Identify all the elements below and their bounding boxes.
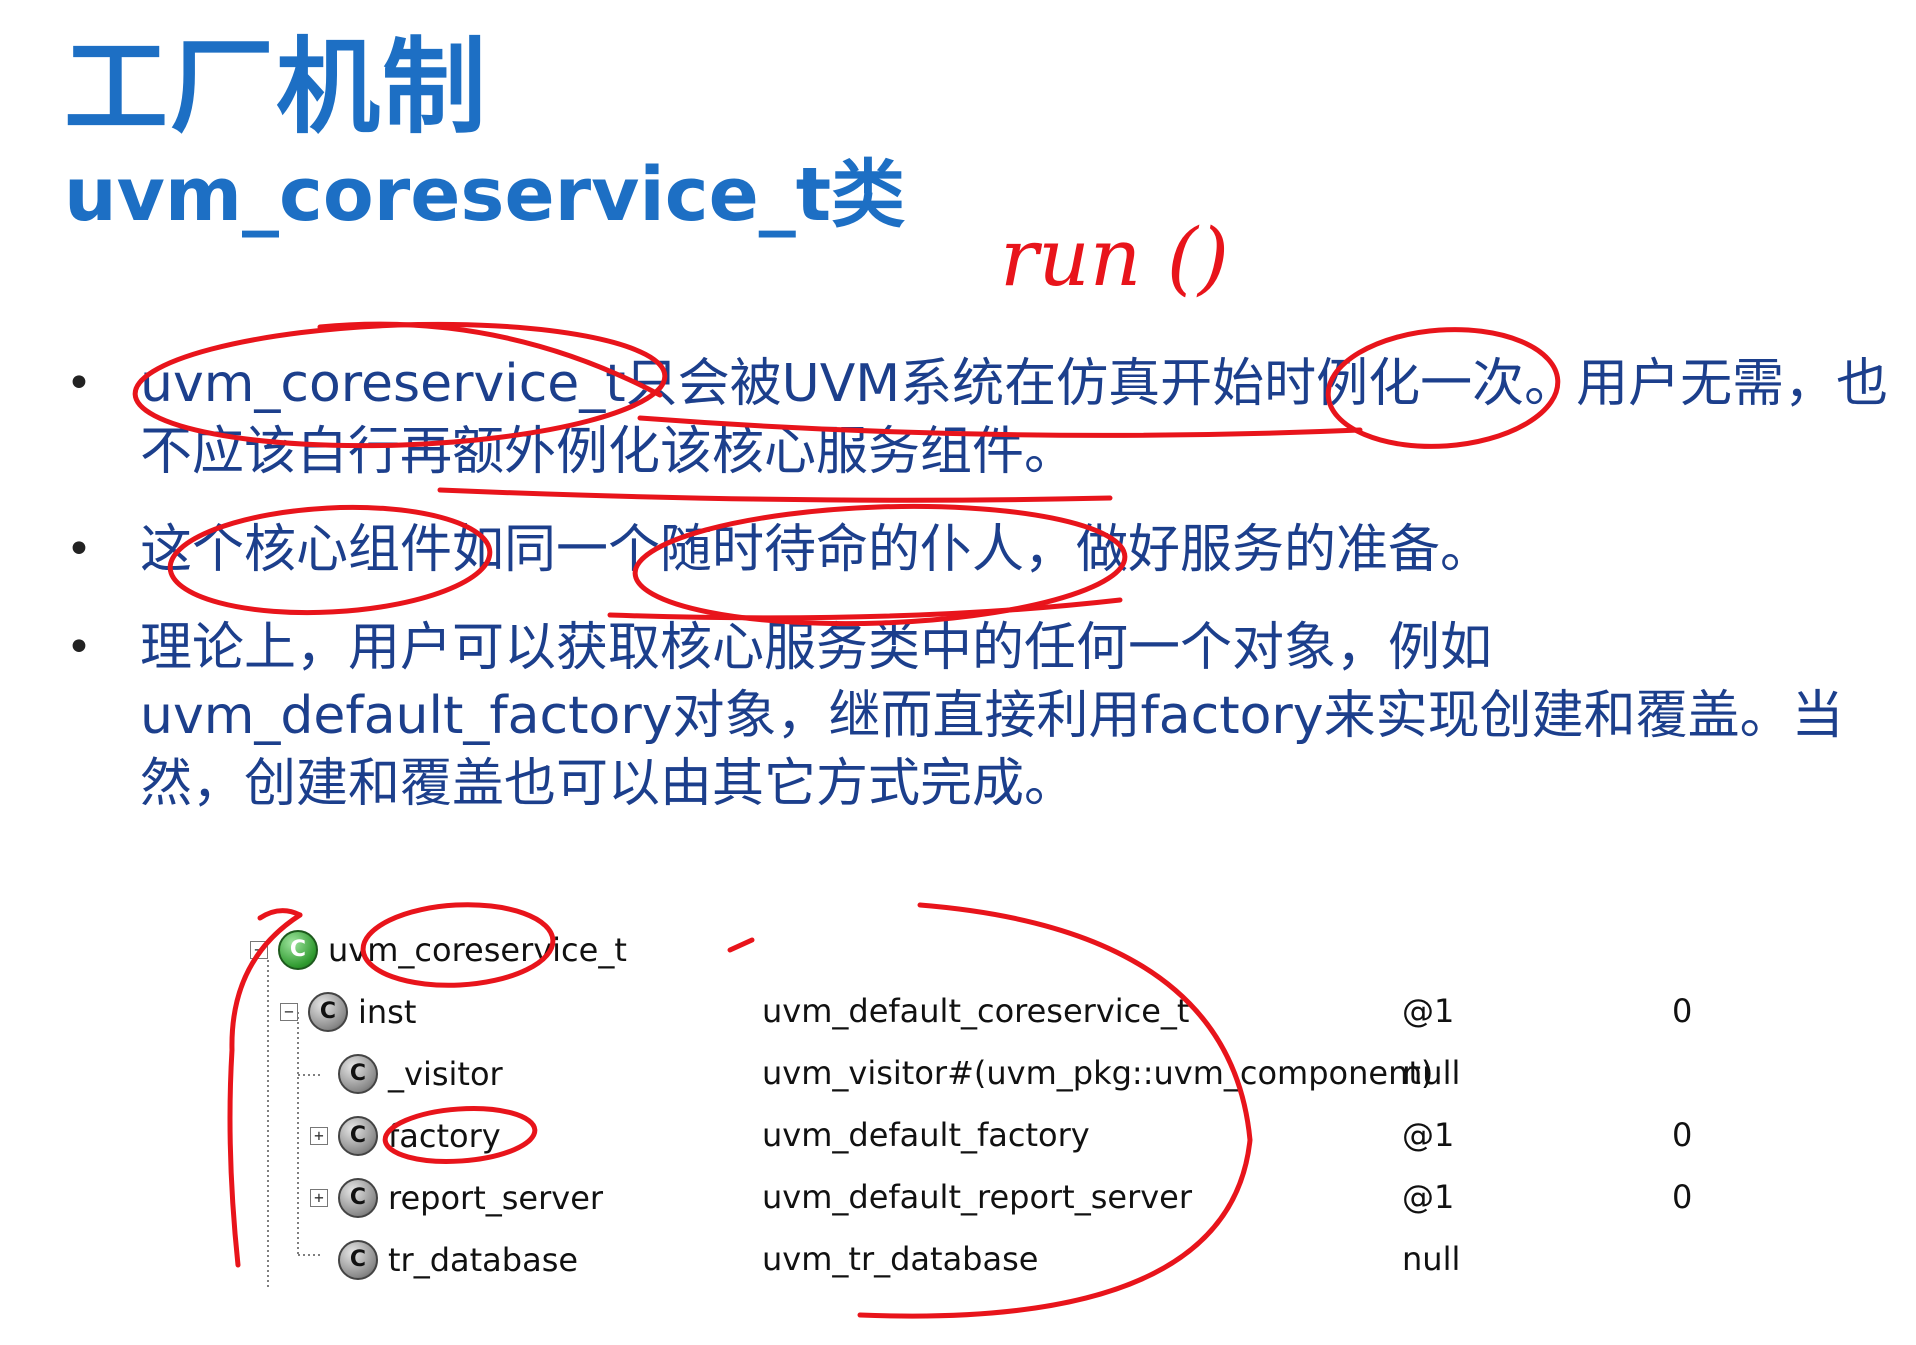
tree-node-type: uvm_visitor#(uvm_pkg::uvm_component): [762, 1054, 1434, 1092]
class-icon: C: [308, 992, 348, 1032]
tree-node-value: 0: [1672, 1178, 1693, 1216]
tree-node-name: _visitor: [388, 1055, 503, 1093]
bullet-text: uvm_coreservice_t只会被UVM系统在仿真开始时例化一次。用户无需…: [140, 354, 1889, 482]
tree-row[interactable]: C _visitor uvm_visitor#(uvm_pkg::uvm_com…: [250, 1044, 1750, 1106]
bullet-dot: •: [66, 524, 92, 575]
tree-row[interactable]: + C report_server uvm_default_report_ser…: [250, 1168, 1750, 1230]
annotation-bracket: [257, 908, 303, 921]
tree-row[interactable]: C tr_database uvm_tr_database null: [250, 1230, 1750, 1292]
expand-icon[interactable]: +: [310, 1127, 328, 1145]
tree-node-value: 0: [1672, 992, 1693, 1030]
tree-node-ref: @1: [1402, 1178, 1455, 1216]
tree-node-type: uvm_tr_database: [762, 1240, 1039, 1278]
class-icon: C: [338, 1240, 378, 1280]
bullet-item-1: • uvm_coreservice_t只会被UVM系统在仿真开始时例化一次。用户…: [60, 350, 1900, 486]
leaf-spacer: [310, 1065, 328, 1083]
tree-node-value: 0: [1672, 1116, 1693, 1154]
expand-icon[interactable]: +: [310, 1189, 328, 1207]
tree-node-name: report_server: [388, 1179, 604, 1217]
tree-node-ref: null: [1402, 1054, 1461, 1092]
class-icon: C: [338, 1116, 378, 1156]
bullet-dot: •: [66, 358, 92, 409]
tree-node-ref: null: [1402, 1240, 1461, 1278]
leaf-spacer: [310, 1251, 328, 1269]
tree-node-type: uvm_default_report_server: [762, 1178, 1193, 1216]
tree-node-ref: @1: [1402, 1116, 1455, 1154]
tree-node-name: tr_database: [388, 1241, 579, 1279]
slide-title: 工厂机制: [64, 26, 489, 148]
tree-node-type: uvm_default_coreservice_t: [762, 992, 1190, 1030]
tree-node-name: uvm_coreservice_t: [328, 931, 627, 969]
tree-row[interactable]: − C uvm_coreservice_t: [250, 920, 1750, 982]
collapse-icon[interactable]: −: [250, 941, 268, 959]
tree-row[interactable]: − C inst uvm_default_coreservice_t @1 0: [250, 982, 1750, 1044]
bullet-text: 理论上，用户可以获取核心服务类中的任何一个对象，例如uvm_default_fa…: [140, 618, 1844, 814]
bullet-item-3: • 理论上，用户可以获取核心服务类中的任何一个对象，例如uvm_default_…: [60, 614, 1900, 818]
tree-node-type: uvm_default_factory: [762, 1116, 1090, 1154]
handwritten-note: run (): [1000, 211, 1229, 304]
tree-row[interactable]: + C factory uvm_default_factory @1 0: [250, 1106, 1750, 1168]
class-icon: C: [278, 930, 318, 970]
tree-node-ref: @1: [1402, 992, 1455, 1030]
bullet-dot: •: [66, 622, 92, 673]
class-icon: C: [338, 1054, 378, 1094]
tree-node-name: inst: [358, 993, 417, 1031]
bullet-item-2: • 这个核心组件如同一个随时待命的仆人，做好服务的准备。: [60, 516, 1900, 584]
bullet-text: 这个核心组件如同一个随时待命的仆人，做好服务的准备。: [140, 520, 1493, 580]
class-icon: C: [338, 1178, 378, 1218]
bullet-list: • uvm_coreservice_t只会被UVM系统在仿真开始时例化一次。用户…: [60, 350, 1900, 848]
slide-subtitle: uvm_coreservice_t类: [64, 152, 906, 238]
object-tree: − C uvm_coreservice_t − C inst uvm_defau…: [250, 920, 1750, 1292]
collapse-icon[interactable]: −: [280, 1003, 298, 1021]
tree-node-name: factory: [388, 1117, 501, 1155]
